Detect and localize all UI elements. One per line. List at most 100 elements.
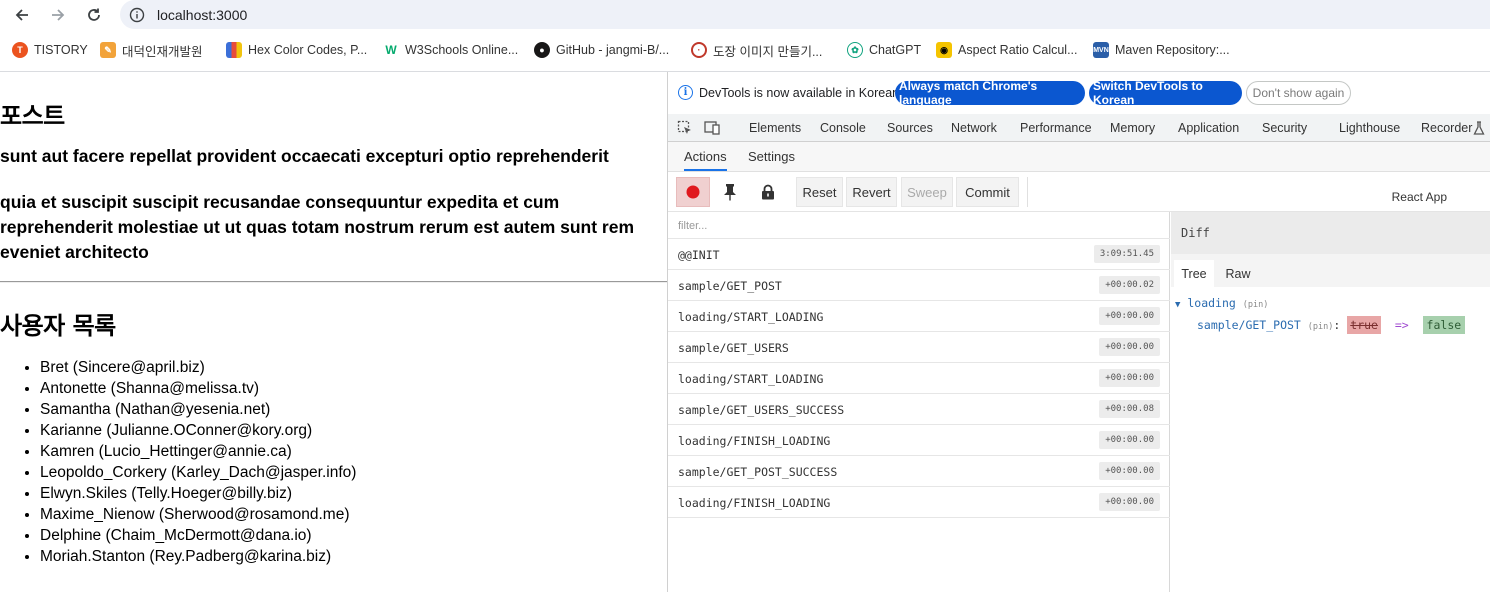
action-list: @@INIT 3:09:51.45 sample/GET_POST +00:00…	[668, 212, 1170, 592]
users-heading: 사용자 목록	[0, 312, 116, 340]
bookmark-stamp[interactable]: · 도장 이미지 만들기...	[691, 36, 822, 64]
lock-icon	[762, 184, 774, 200]
tab-recorder[interactable]: Recorder	[1421, 121, 1472, 135]
tab-sources[interactable]: Sources	[887, 121, 933, 135]
tab-application[interactable]: Application	[1178, 121, 1239, 135]
address-bar[interactable]: localhost:3000	[120, 0, 1490, 29]
diff-tabbar: Tree Raw	[1171, 254, 1490, 287]
bookmark-label: TISTORY	[34, 43, 88, 57]
bookmark-w3schools[interactable]: W W3Schools Online...	[383, 36, 518, 64]
reset-button[interactable]: Reset	[796, 177, 843, 207]
stamp-icon: ·	[691, 42, 707, 58]
chatgpt-icon: ✿	[847, 42, 863, 58]
action-row[interactable]: loading/FINISH_LOADING +00:00.00	[668, 425, 1170, 456]
tab-actions[interactable]: Actions	[684, 149, 727, 171]
action-row[interactable]: sample/GET_POST_SUCCESS +00:00.00	[668, 456, 1170, 487]
action-row[interactable]: loading/START_LOADING +00:00.00	[668, 301, 1170, 332]
dont-show-again-button[interactable]: Don't show again	[1246, 81, 1351, 105]
bookmarks-bar: T TISTORY ✎ 대덕인재개발원 Hex Color Codes, P..…	[0, 36, 1490, 64]
pin-icon	[724, 184, 736, 201]
reload-button[interactable]	[84, 5, 104, 25]
filter-input[interactable]	[678, 214, 1158, 238]
action-time: +00:00.00	[1099, 493, 1160, 511]
pin-button[interactable]	[713, 177, 747, 207]
list-item: Maxime_Nienow (Sherwood@rosamond.me)	[40, 504, 356, 525]
action-row[interactable]: sample/GET_USERS_SUCCESS +00:00.08	[668, 394, 1170, 425]
action-row[interactable]: sample/GET_POST +00:00.02	[668, 270, 1170, 301]
lock-button[interactable]	[751, 177, 785, 207]
bookmark-label: Hex Color Codes, P...	[248, 43, 368, 57]
action-row[interactable]: sample/GET_USERS +00:00.00	[668, 332, 1170, 363]
ddit-icon: ✎	[100, 42, 116, 58]
bookmark-label: Aspect Ratio Calcul...	[958, 43, 1078, 57]
redux-toolbar: Reset Revert Sweep Commit React App	[668, 172, 1490, 212]
tab-elements[interactable]: Elements	[749, 121, 801, 135]
record-icon	[686, 185, 700, 199]
instance-selector[interactable]: React App	[1027, 177, 1487, 207]
action-time: +00:00.00	[1099, 338, 1160, 356]
sweep-button[interactable]: Sweep	[901, 177, 953, 207]
tab-console[interactable]: Console	[820, 121, 866, 135]
language-infobar: i DevTools is now available in Korean! A…	[668, 72, 1490, 112]
tistory-icon: T	[12, 42, 28, 58]
tab-tree[interactable]: Tree	[1174, 260, 1214, 287]
new-value: false	[1422, 316, 1466, 334]
action-row[interactable]: @@INIT 3:09:51.45	[668, 239, 1170, 270]
tree-key: loading	[1187, 296, 1236, 310]
action-time: +00:00.00	[1099, 431, 1160, 449]
devtools-panel: i DevTools is now available in Korean! A…	[667, 72, 1490, 592]
tree-node-root[interactable]: ▼ loading (pin)	[1175, 296, 1268, 310]
forward-button[interactable]	[48, 5, 68, 25]
tab-network[interactable]: Network	[951, 121, 997, 135]
diff-pane: Diff Tree Raw ▼ loading (pin) sample/GET…	[1171, 212, 1490, 592]
site-info-icon[interactable]	[129, 7, 145, 23]
action-name: sample/GET_POST_SUCCESS	[678, 465, 838, 479]
device-toolbar-icon[interactable]	[704, 120, 720, 136]
bookmark-tistory[interactable]: T TISTORY	[12, 36, 88, 64]
bookmark-hex-color[interactable]: Hex Color Codes, P...	[226, 36, 367, 64]
back-arrow-icon	[15, 9, 28, 21]
record-button[interactable]	[676, 177, 710, 207]
action-row[interactable]: loading/START_LOADING +00:00:00	[668, 363, 1170, 394]
action-name: loading/FINISH_LOADING	[678, 434, 831, 448]
bookmark-github[interactable]: ● GitHub - jangmi-B/...	[534, 36, 669, 64]
switch-korean-button[interactable]: Switch DevTools to Korean	[1089, 79, 1242, 107]
expand-triangle-icon[interactable]: ▼	[1175, 300, 1180, 310]
back-button[interactable]	[12, 5, 32, 25]
bookmark-label: 도장 이미지 만들기...	[713, 44, 823, 59]
w3schools-icon: W	[383, 42, 399, 58]
bookmark-aspect-ratio[interactable]: ◉ Aspect Ratio Calcul...	[936, 36, 1078, 64]
tab-raw[interactable]: Raw	[1218, 260, 1258, 287]
bookmark-label: ChatGPT	[869, 43, 922, 57]
list-item: Bret (Sincere@april.biz)	[40, 357, 356, 378]
diff-arrow: =>	[1394, 318, 1409, 332]
commit-button[interactable]: Commit	[956, 177, 1019, 207]
action-row[interactable]: loading/FINISH_LOADING +00:00.00	[668, 487, 1170, 518]
inspect-element-icon[interactable]	[677, 120, 693, 136]
tab-lighthouse[interactable]: Lighthouse	[1339, 121, 1400, 135]
action-time: +00:00.00	[1099, 462, 1160, 480]
bookmark-chatgpt[interactable]: ✿ ChatGPT	[847, 36, 921, 64]
tab-security[interactable]: Security	[1262, 121, 1307, 135]
action-name: @@INIT	[678, 248, 720, 262]
post-title: sunt aut facere repellat provident occae…	[0, 146, 609, 166]
devtools-tabbar: Elements Console Sources Network Perform…	[668, 114, 1490, 142]
bookmark-label: GitHub - jangmi-B/...	[556, 43, 670, 57]
redux-tabbar: Actions Settings	[668, 142, 1490, 172]
reload-icon	[88, 8, 100, 21]
bookmark-ddit[interactable]: ✎ 대덕인재개발원	[100, 36, 203, 64]
url-text[interactable]: localhost:3000	[157, 7, 247, 23]
bookmark-maven[interactable]: MVN Maven Repository:...	[1093, 36, 1230, 64]
revert-button[interactable]: Revert	[846, 177, 897, 207]
pin-link[interactable]: (pin)	[1243, 300, 1269, 310]
bookmark-label: W3Schools Online...	[405, 43, 519, 57]
action-time: +00:00.08	[1099, 400, 1160, 418]
tab-redux-settings[interactable]: Settings	[748, 149, 795, 164]
app-name[interactable]: React App	[1392, 190, 1447, 204]
page-content: 포스트 sunt aut facere repellat provident o…	[0, 72, 667, 592]
pin-link[interactable]: (pin)	[1308, 322, 1334, 332]
match-language-button[interactable]: Always match Chrome's language	[895, 79, 1085, 107]
github-icon: ●	[534, 42, 550, 58]
tab-performance[interactable]: Performance	[1020, 121, 1092, 135]
tab-memory[interactable]: Memory	[1110, 121, 1155, 135]
